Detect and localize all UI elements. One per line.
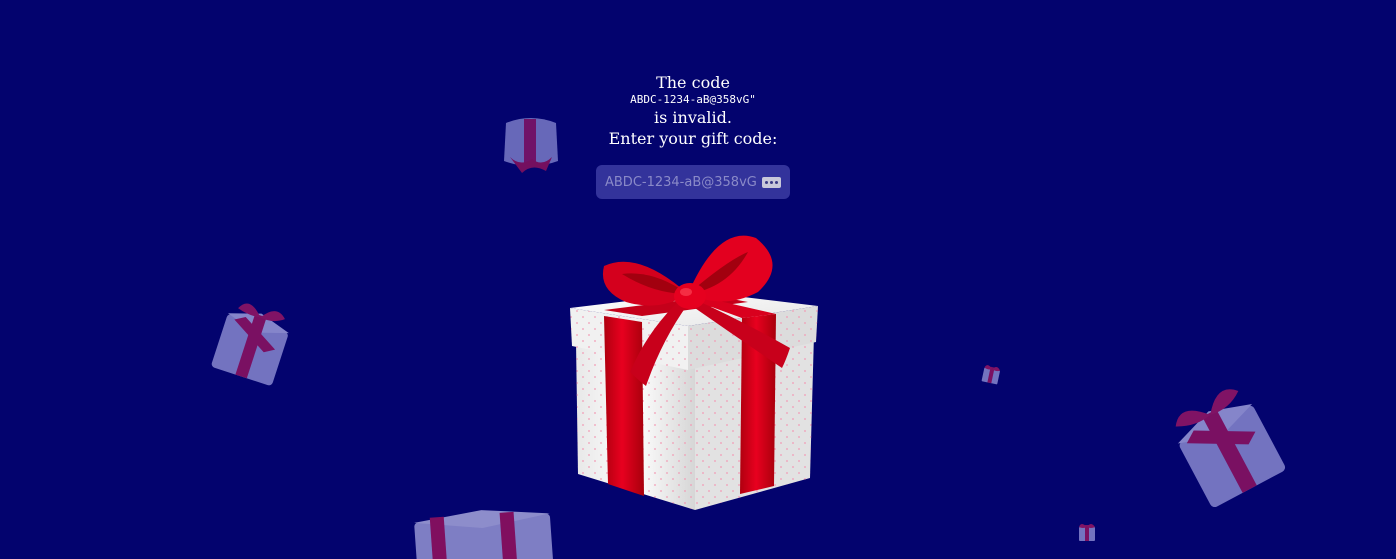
floating-gift-icon [1076, 522, 1098, 544]
message-line-invalid: is invalid. [654, 108, 732, 127]
gift-code-prompt: Enter your gift code: [608, 129, 778, 148]
floating-gift-icon [1166, 388, 1294, 516]
floating-gift-icon [410, 508, 558, 559]
gift-code-input[interactable] [605, 174, 756, 190]
gift-code-field[interactable] [596, 165, 790, 199]
password-dots-icon[interactable] [762, 176, 781, 188]
floating-gift-icon [979, 363, 1003, 387]
floating-gift-icon [205, 300, 297, 390]
invalid-code-message: The code ABDC-1234-aB@358vG" is invalid.… [0, 72, 1386, 149]
gift-page: The code ABDC-1234-aB@358vG" is invalid.… [0, 0, 1396, 559]
entered-code-text: ABDC-1234-aB@358vG" [630, 93, 756, 106]
gift-box-icon [568, 230, 822, 514]
message-line-the-code: The code [656, 73, 730, 92]
